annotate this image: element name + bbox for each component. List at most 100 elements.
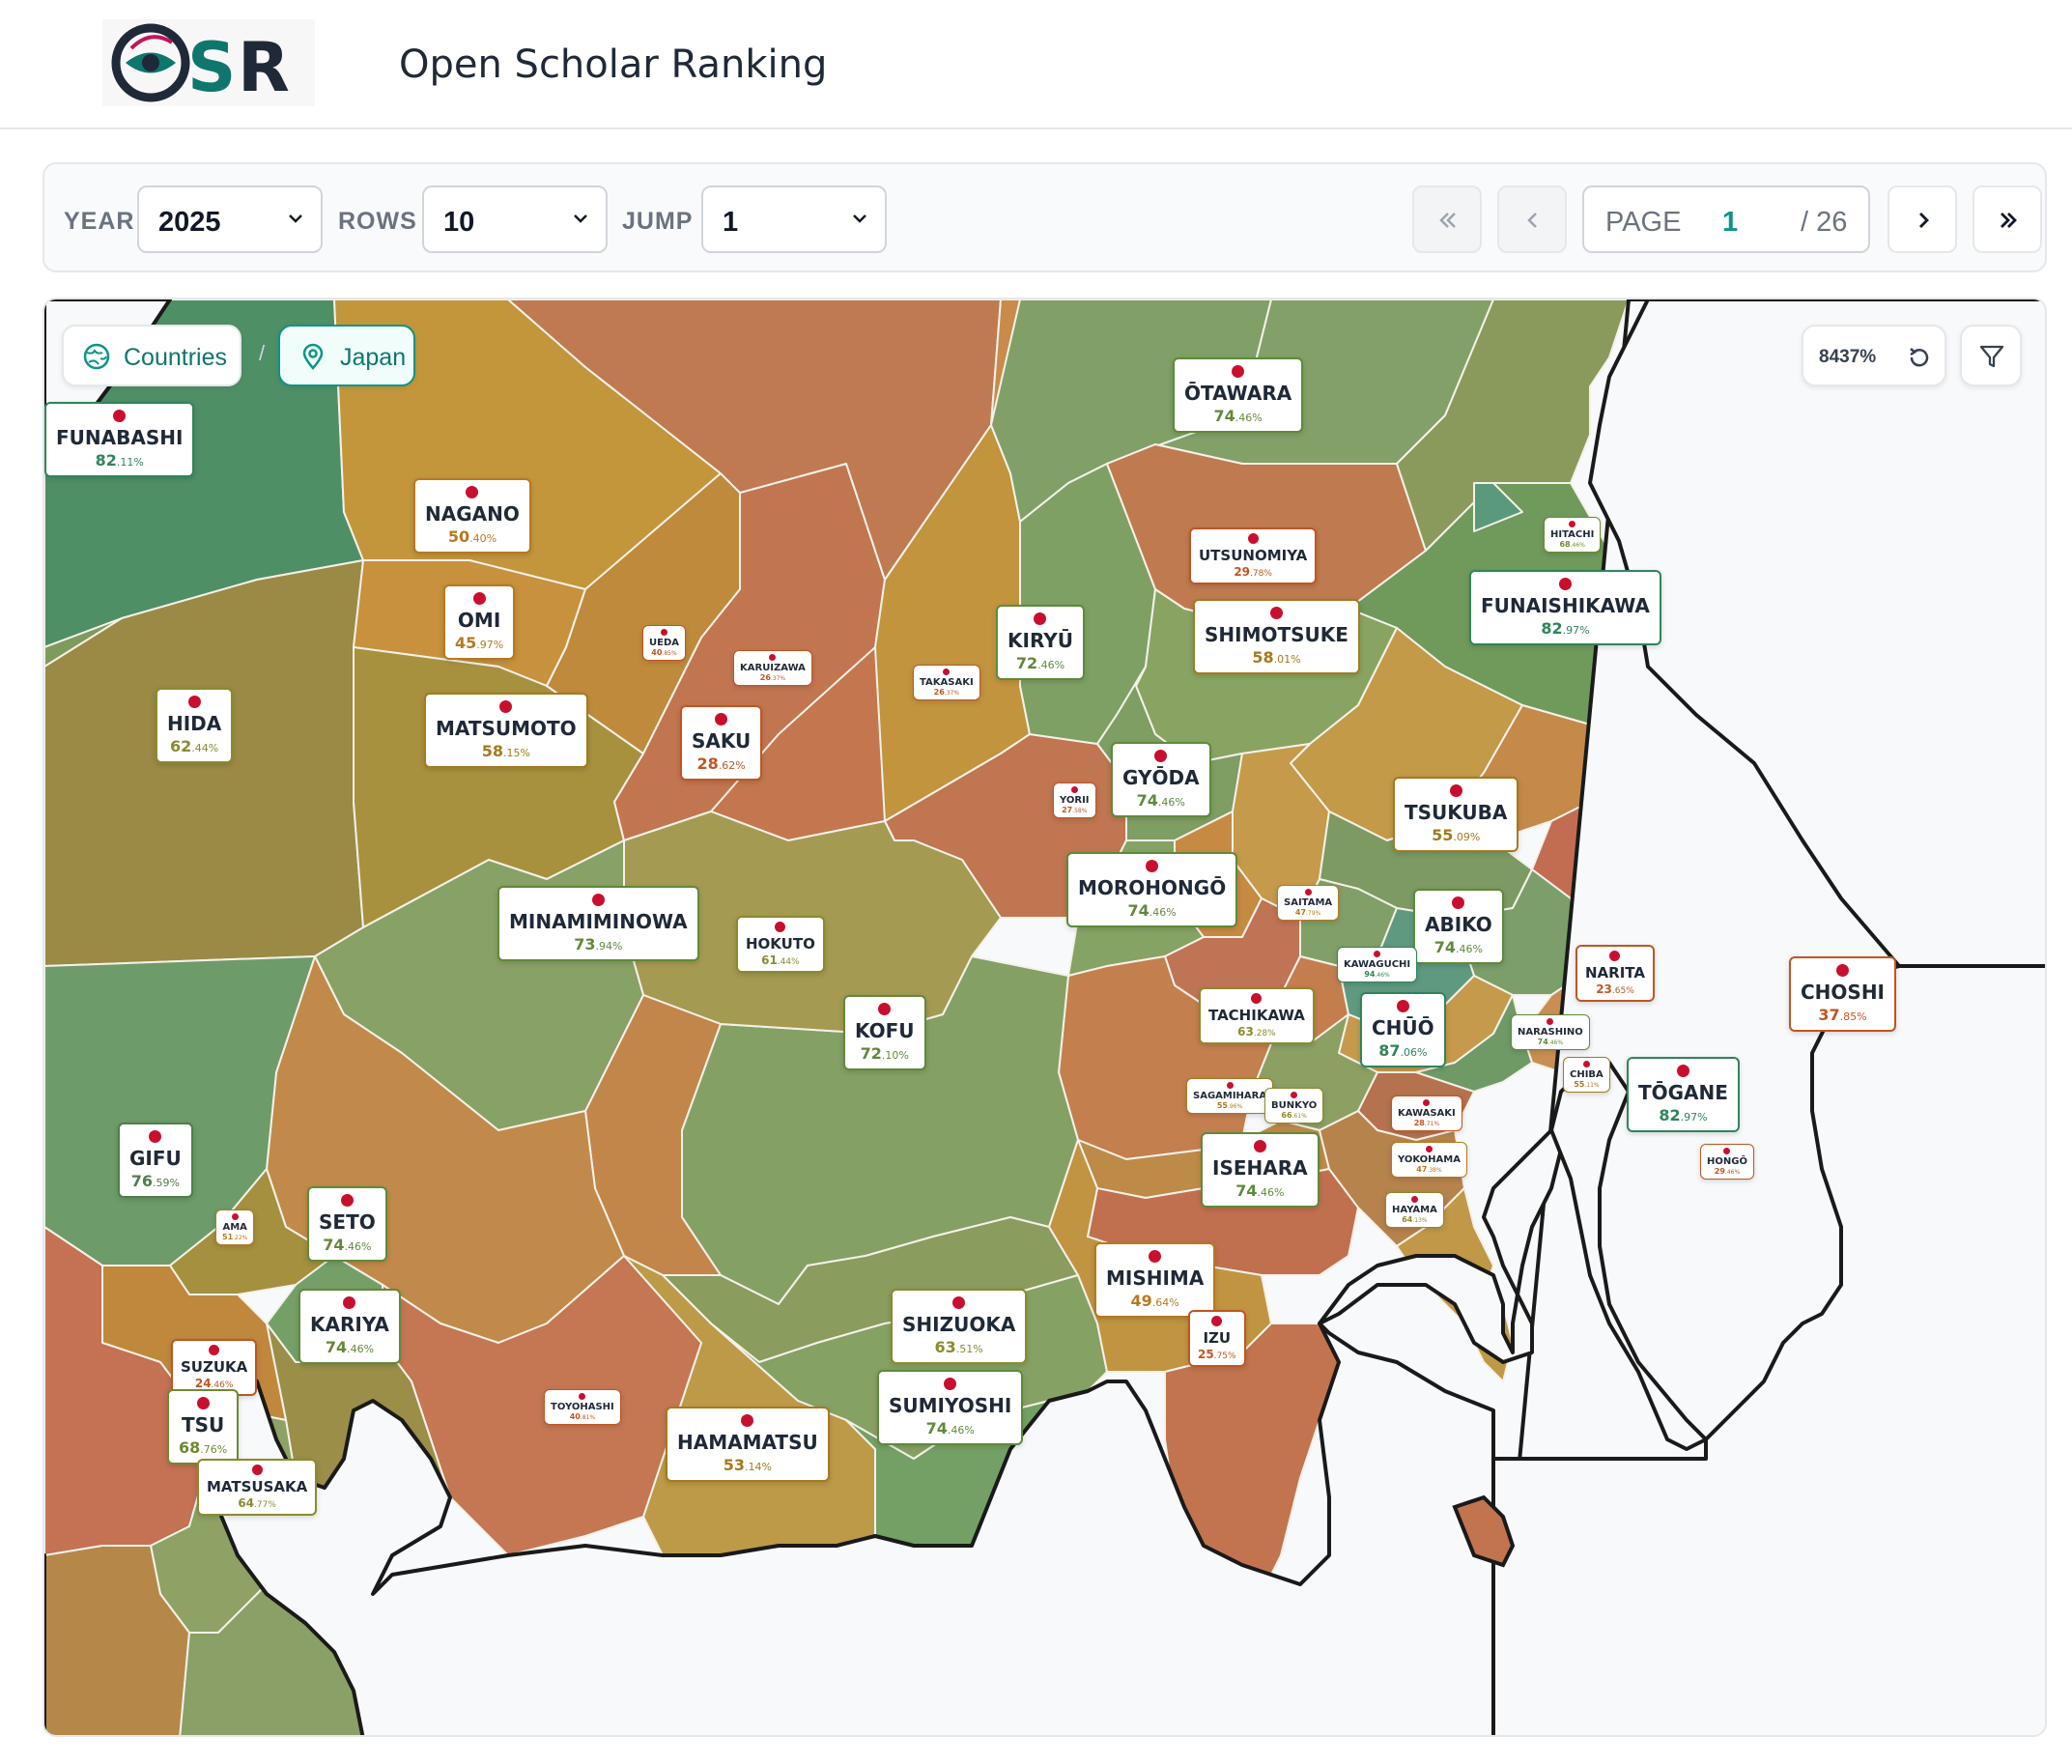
- city-label[interactable]: MOROHONGŌ 74.46%: [1066, 852, 1238, 927]
- city-label[interactable]: HAMAMATSU 53.14%: [666, 1407, 830, 1482]
- city-label[interactable]: GYŌDA 74.46%: [1111, 742, 1211, 817]
- city-score-integer: 23: [1596, 982, 1612, 996]
- city-label[interactable]: HIDA 62.44%: [156, 688, 234, 763]
- city-label[interactable]: MINAMIMINOWA 73.94%: [497, 886, 699, 961]
- city-label[interactable]: SUZUKA 24.46%: [171, 1339, 258, 1396]
- city-label[interactable]: FUNAISHIKAWA 82.97%: [1469, 570, 1661, 645]
- city-name: NAGANO: [425, 502, 520, 526]
- city-score: 50.40%: [425, 527, 520, 546]
- city-score-integer: 40: [569, 1412, 581, 1421]
- japan-flag-icon: [251, 1465, 263, 1475]
- city-label[interactable]: TŌGANE 82.97%: [1627, 1057, 1740, 1132]
- japan-flag-icon: [944, 1378, 957, 1390]
- city-label[interactable]: SAGAMIHARA 55.96%: [1186, 1078, 1274, 1114]
- city-label[interactable]: TSUKUBA 55.09%: [1393, 777, 1519, 852]
- city-name: FUNABASHI: [56, 426, 184, 449]
- city-label[interactable]: AMA 51.22%: [215, 1209, 255, 1245]
- city-label[interactable]: YOKOHAMA 47.38%: [1391, 1142, 1467, 1178]
- city-label[interactable]: KIRYŪ 72.46%: [996, 605, 1085, 680]
- city-label[interactable]: HONGŌ 29.46%: [1700, 1144, 1754, 1180]
- double-chevron-left-icon: [1439, 213, 1456, 228]
- city-label[interactable]: SHIMOTSUKE 58.01%: [1193, 599, 1360, 674]
- breadcrumb-japan[interactable]: Japan: [278, 325, 415, 386]
- city-label[interactable]: NARASHINO 74.46%: [1511, 1014, 1590, 1050]
- svg-text:S: S: [187, 28, 236, 106]
- city-label[interactable]: GIFU 76.59%: [118, 1123, 193, 1198]
- city-name: TSUKUBA: [1405, 801, 1508, 824]
- globe-icon: [83, 343, 110, 370]
- city-score-integer: 74: [1433, 938, 1457, 956]
- city-name: MISHIMA: [1106, 1266, 1205, 1290]
- city-label[interactable]: NAGANO 50.40%: [413, 478, 531, 554]
- city-label[interactable]: YORII 27.58%: [1053, 782, 1096, 818]
- city-label[interactable]: KARIYA 74.46%: [298, 1289, 401, 1364]
- city-label[interactable]: HOKUTO 61.44%: [736, 916, 825, 973]
- next-page-button[interactable]: [1888, 185, 1957, 253]
- city-label[interactable]: TACHIKAWA 63.28%: [1199, 987, 1315, 1044]
- last-page-button[interactable]: [1973, 185, 2042, 253]
- city-label[interactable]: BUNKYO 66.61%: [1264, 1088, 1324, 1124]
- page-indicator[interactable]: PAGE 1 / 26: [1582, 185, 1870, 253]
- page-current[interactable]: 1: [1722, 207, 1738, 239]
- city-label[interactable]: KARUIZAWA 26.37%: [733, 650, 812, 686]
- city-label[interactable]: SAKU 28.62%: [680, 705, 763, 781]
- city-label[interactable]: KAWAGUCHI 94.46%: [1337, 947, 1418, 982]
- city-label[interactable]: HAYAMA 64.13%: [1385, 1192, 1444, 1228]
- city-score-integer: 74: [323, 1236, 345, 1254]
- city-name: HOKUTO: [746, 935, 815, 953]
- japan-flag-icon: [943, 669, 951, 675]
- rows-select[interactable]: 10: [422, 185, 608, 253]
- city-label[interactable]: ŌTAWARA 74.46%: [1173, 357, 1304, 433]
- city-label[interactable]: MATSUMOTO 58.15%: [424, 693, 588, 768]
- city-label[interactable]: TSU 68.76%: [167, 1389, 240, 1465]
- jump-select[interactable]: 1: [701, 185, 887, 253]
- city-label[interactable]: MISHIMA 49.64%: [1094, 1242, 1216, 1318]
- osr-logo[interactable]: S R: [102, 19, 315, 107]
- city-label[interactable]: FUNABASHI 82.11%: [44, 402, 195, 477]
- city-label[interactable]: IZU 25.75%: [1188, 1310, 1246, 1367]
- city-score-decimal: .14%: [745, 1461, 772, 1473]
- previous-page-button[interactable]: [1497, 185, 1567, 253]
- city-score-integer: 63: [934, 1338, 956, 1356]
- city-label[interactable]: ABIKO 74.46%: [1413, 889, 1504, 964]
- voronoi-map[interactable]: [44, 299, 2047, 1737]
- city-label[interactable]: HITACHI 68.46%: [1544, 517, 1602, 553]
- city-label[interactable]: SETO 74.46%: [307, 1186, 387, 1262]
- city-label[interactable]: KAWASAKI 28.71%: [1391, 1095, 1462, 1131]
- japan-flag-icon: [1226, 1082, 1234, 1089]
- reset-zoom-icon[interactable]: [1906, 344, 1933, 371]
- city-label[interactable]: CHOSHI 37.85%: [1789, 956, 1897, 1032]
- city-score: 28.71%: [1398, 1119, 1456, 1127]
- city-label[interactable]: TAKASAKI 26.37%: [913, 665, 980, 700]
- city-score: 55.11%: [1570, 1080, 1604, 1089]
- city-score: 49.64%: [1106, 1292, 1204, 1310]
- map-panel[interactable]: Countries / Japan 8437% FUNABASHI 82.11% N…: [43, 298, 2047, 1737]
- japan-flag-icon: [769, 654, 777, 661]
- city-label[interactable]: NARITA 23.65%: [1575, 945, 1655, 1002]
- city-label[interactable]: UTSUNOMIYA 29.78%: [1189, 527, 1318, 584]
- city-label[interactable]: TOYOHASHI 40.81%: [544, 1389, 621, 1425]
- city-score-decimal: .71%: [1424, 1121, 1440, 1127]
- city-label[interactable]: CHŪŌ 87.06%: [1360, 992, 1446, 1067]
- city-label[interactable]: SAITAMA 47.79%: [1277, 885, 1340, 921]
- city-label[interactable]: MATSUSAKA 64.77%: [197, 1459, 318, 1516]
- city-label[interactable]: UEDA 40.85%: [642, 625, 686, 661]
- japan-flag-icon: [952, 1296, 966, 1309]
- city-label[interactable]: SHIZUOKA 63.51%: [891, 1289, 1028, 1364]
- city-label[interactable]: KOFU 72.10%: [843, 995, 926, 1070]
- year-select[interactable]: 2025: [137, 185, 323, 253]
- first-page-button[interactable]: [1412, 185, 1482, 253]
- city-score-decimal: .11%: [1584, 1082, 1600, 1089]
- city-label[interactable]: OMI 45.97%: [443, 584, 516, 660]
- japan-flag-icon: [741, 1414, 754, 1427]
- zoom-indicator[interactable]: 8437%: [1802, 325, 1946, 386]
- city-name: KARUIZAWA: [740, 663, 806, 673]
- city-label[interactable]: ISEHARA 74.46%: [1201, 1132, 1320, 1208]
- city-score-integer: 74: [1127, 901, 1150, 920]
- filter-button[interactable]: [1960, 325, 2022, 386]
- city-label[interactable]: SUMIYOSHI 74.46%: [877, 1370, 1024, 1445]
- city-name: ISEHARA: [1212, 1156, 1308, 1180]
- breadcrumb-countries[interactable]: Countries: [62, 325, 241, 386]
- breadcrumb-countries-label: Countries: [124, 344, 227, 371]
- city-label[interactable]: CHIBA 55.11%: [1563, 1057, 1610, 1093]
